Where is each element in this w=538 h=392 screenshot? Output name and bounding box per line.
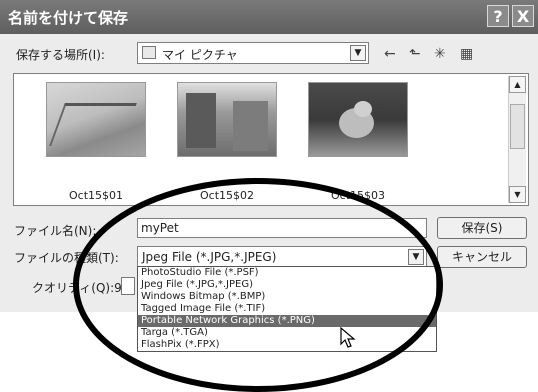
filetype-option[interactable]: PhotoStudio File (*.PSF) [138,267,436,279]
thumbnail-street-image[interactable] [177,82,277,157]
thumbnail-scrollbar[interactable]: ▲ ▼ [508,76,526,203]
scroll-down-icon[interactable]: ▼ [509,186,526,203]
view-menu-icon[interactable]: ▦ [460,46,473,62]
cancel-button[interactable]: キャンセル [437,246,527,268]
scroll-up-icon[interactable]: ▲ [509,76,526,93]
filetype-options-list[interactable]: PhotoStudio File (*.PSF) Jpeg File (*.JP… [137,266,437,352]
thumbnail-caption: Oct15$03 [330,189,385,202]
file-thumbnail-view[interactable]: Oct15$01 Oct15$02 Oct15$03 ▲ ▼ [13,73,529,206]
quality-stepper[interactable] [121,277,135,295]
thumbnail-cat-image[interactable] [308,82,408,157]
close-button[interactable]: X [512,5,534,27]
up-folder-icon[interactable]: ⬑ [409,46,421,62]
chevron-down-icon[interactable]: ▼ [350,45,366,61]
location-dropdown[interactable]: マイ ピクチャ ▼ [137,42,369,64]
location-label: 保存する場所(I): [16,48,105,62]
filetype-dropdown[interactable]: Jpeg File (*.JPG,*.JPEG) ▼ [137,246,427,267]
thumbnail-caption: Oct15$01 [68,189,123,202]
filetype-option[interactable]: Targa (*.TGA) [138,327,436,339]
back-icon[interactable]: ← [384,46,396,62]
new-folder-icon[interactable]: ✳ [434,46,446,62]
save-button[interactable]: 保存(S) [437,217,527,239]
filetype-label: ファイルの種類(T): [14,251,119,265]
filetype-option[interactable]: Tagged Image File (*.TIF) [138,303,436,315]
filename-input[interactable]: myPet [137,218,427,238]
help-button[interactable]: ? [487,5,509,27]
location-value: マイ ピクチャ [162,48,238,62]
filetype-option[interactable]: FlashPix (*.FPX) [138,339,436,351]
filetype-option[interactable]: Windows Bitmap (*.BMP) [138,291,436,303]
title-bar: 名前を付けて保存 ? X [0,0,538,34]
thumbnail-building-image[interactable] [46,82,146,157]
filetype-option-selected[interactable]: Portable Network Graphics (*.PNG) [138,315,436,327]
dialog-title: 名前を付けて保存 [8,9,129,27]
scrollbar-thumb[interactable] [510,104,525,149]
chevron-down-icon[interactable]: ▼ [408,249,424,265]
filename-label: ファイル名(N): [14,224,97,238]
pictures-folder-icon [142,46,156,59]
filetype-option[interactable]: Jpeg File (*.JPG,*.JPEG) [138,279,436,291]
filetype-value: Jpeg File (*.JPG,*.JPEG) [142,250,277,264]
filename-value: myPet [141,221,179,235]
thumbnail-caption: Oct15$02 [199,189,254,202]
quality-label: クオリティ(Q):90 [32,281,130,295]
mouse-cursor-icon [340,327,356,348]
